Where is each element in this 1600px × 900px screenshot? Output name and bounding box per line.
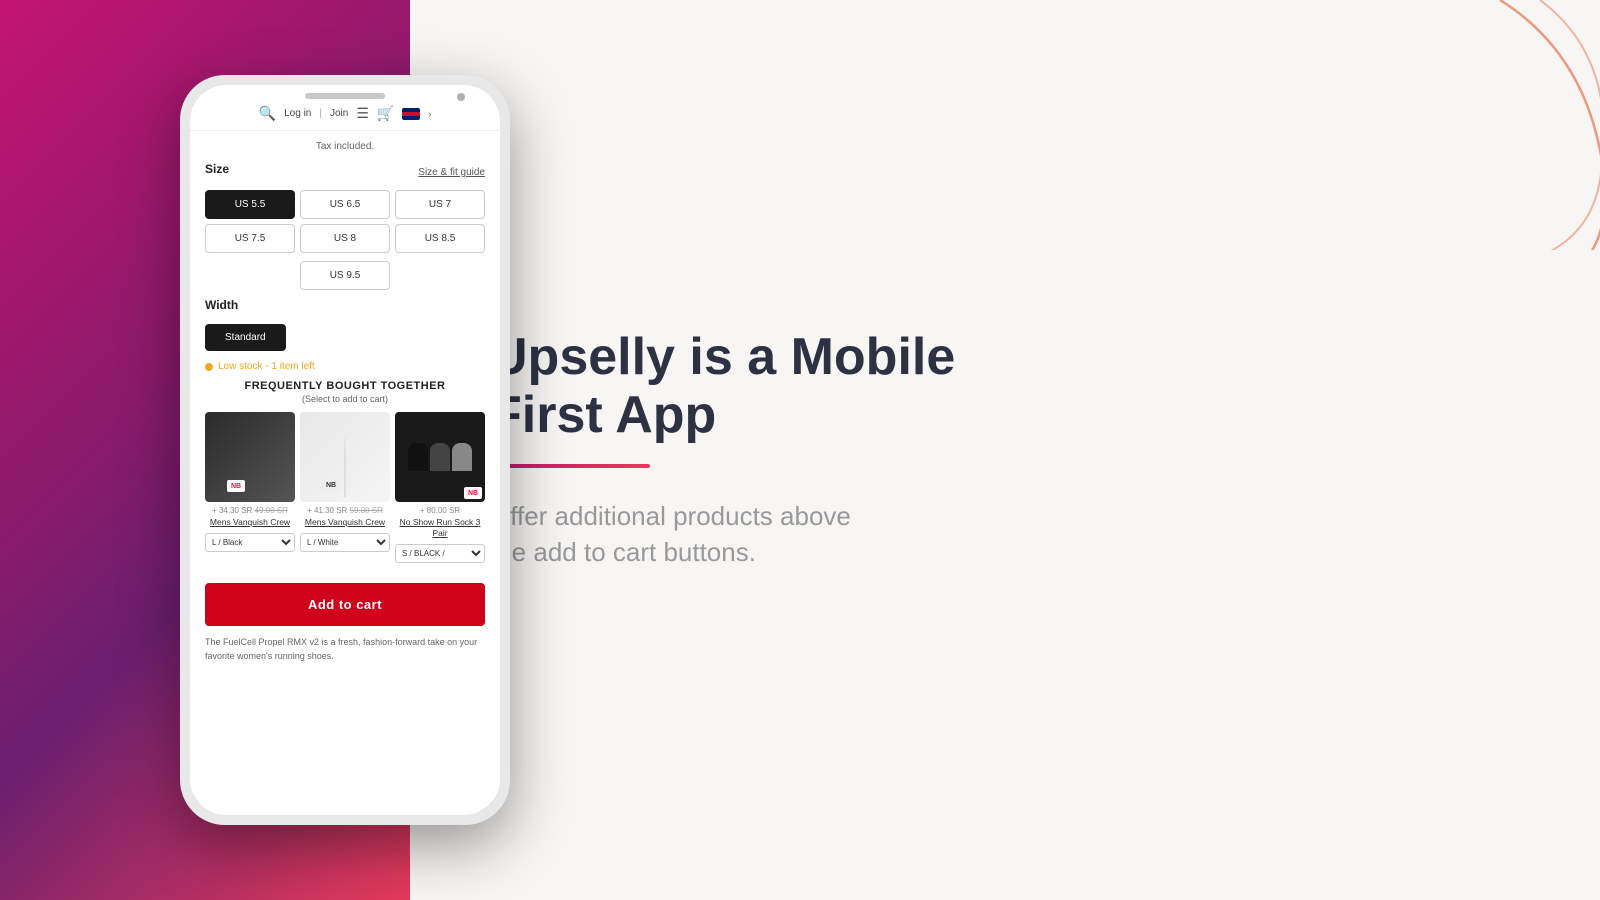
- fbt-product-3-image[interactable]: NB: [395, 412, 485, 502]
- size-fit-guide-link[interactable]: Size & fit guide: [418, 167, 485, 178]
- size-header: Size Size & fit guide: [205, 162, 485, 182]
- fbt-product-2-price: + 41.30 SR 59.00 SR: [300, 506, 390, 515]
- size-btn-8[interactable]: US 8: [300, 224, 390, 253]
- heading-line-2: First App: [490, 386, 716, 444]
- phone-mockup: 🔍 Log in | Join ☰ 🛒 › Tax included. Size…: [180, 75, 510, 825]
- mini-sock-1: [408, 443, 428, 471]
- stock-warning: Low stock - 1 item left: [205, 361, 485, 372]
- size-label: Size: [205, 162, 229, 176]
- right-content: Upselly is a Mobile First App Offer addi…: [490, 329, 955, 570]
- phone-content: Tax included. Size Size & fit guide US 5…: [190, 131, 500, 815]
- size-grid: US 5.5 US 6.5 US 7 US 7.5 US 8 US 8.5: [205, 190, 485, 253]
- size-btn-8-5[interactable]: US 8.5: [395, 224, 485, 253]
- phone-screen: 🔍 Log in | Join ☰ 🛒 › Tax included. Size…: [190, 85, 500, 815]
- add-to-cart-button[interactable]: Add to cart: [205, 583, 485, 626]
- sub-text: Offer additional products above the add …: [490, 498, 955, 571]
- fbt-product-2-image[interactable]: NB: [300, 412, 390, 502]
- fbt-product-1: NB + 34.30 SR 49.00 SR Mens Vanquish Cre…: [205, 412, 295, 563]
- fbt-product-2-select[interactable]: L / White M / White S / White: [300, 533, 390, 552]
- fbt-product-1-price: + 34.30 SR 49.00 SR: [205, 506, 295, 515]
- stock-dot: [205, 363, 213, 371]
- decorative-curves: [1300, 0, 1600, 250]
- size-btn-7-5[interactable]: US 7.5: [205, 224, 295, 253]
- fbt-product-1-price-prefix: + 34.30 SR: [212, 506, 254, 515]
- subtext-line-1: Offer additional products above: [490, 501, 851, 531]
- multipack-visual: NB: [395, 412, 485, 502]
- main-heading: Upselly is a Mobile First App: [490, 329, 955, 443]
- fbt-product-2-name[interactable]: Mens Vanquish Crew: [300, 517, 390, 528]
- fbt-product-3-price-prefix: + 80.00 SR: [420, 506, 460, 515]
- mini-sock-3: [452, 443, 472, 471]
- width-standard-btn[interactable]: Standard: [205, 324, 286, 351]
- width-label: Width: [205, 298, 485, 312]
- fbt-product-2-price-original: 59.00 SR: [350, 506, 383, 515]
- heading-line-1: Upselly is a Mobile: [490, 328, 955, 386]
- phone-camera: [457, 93, 465, 101]
- phone-frame: 🔍 Log in | Join ☰ 🛒 › Tax included. Size…: [180, 75, 510, 825]
- fbt-product-1-select[interactable]: L / Black M / Black S / Black: [205, 533, 295, 552]
- language-flag[interactable]: [402, 108, 420, 120]
- expand-arrow[interactable]: ›: [428, 109, 431, 119]
- phone-topbar: 🔍 Log in | Join ☰ 🛒 ›: [190, 85, 500, 131]
- nb-logo-2: NB: [322, 479, 340, 491]
- size-btn-9-5[interactable]: US 9.5: [300, 261, 390, 290]
- fbt-product-1-price-original: 49.00 SR: [255, 506, 288, 515]
- fbt-title: FREQUENTLY BOUGHT TOGETHER: [205, 380, 485, 392]
- fbt-subtitle: (Select to add to cart): [205, 394, 485, 404]
- cart-icon[interactable]: 🛒: [377, 105, 394, 122]
- fbt-product-3-price: + 80.00 SR: [395, 506, 485, 515]
- fbt-product-2-price-prefix: + 41.30 SR: [307, 506, 349, 515]
- fbt-section: FREQUENTLY BOUGHT TOGETHER (Select to ad…: [205, 380, 485, 563]
- fbt-product-3-name[interactable]: No Show Run Sock 3 Pair: [395, 517, 485, 539]
- sock-white-visual: NB: [344, 438, 346, 498]
- stock-text: Low stock - 1 item left: [218, 361, 315, 372]
- accent-line: [490, 464, 650, 468]
- product-description: The FuelCell Propel RMX v2 is a fresh, f…: [205, 636, 485, 663]
- tax-label: Tax included.: [205, 141, 485, 152]
- size-btn-5-5[interactable]: US 5.5: [205, 190, 295, 219]
- size-btn-6-5[interactable]: US 6.5: [300, 190, 390, 219]
- phone-notch: [305, 93, 385, 99]
- menu-icon[interactable]: ☰: [356, 105, 369, 122]
- fbt-product-3: NB + 80.00 SR No Show Run Sock 3 Pair S …: [395, 412, 485, 563]
- subtext-line-2: the add to cart buttons.: [490, 537, 756, 567]
- fbt-product-3-select[interactable]: S / BLACK / M / BLACK / L / BLACK /: [395, 544, 485, 563]
- nb-logo-3: NB: [464, 487, 482, 499]
- topbar-divider: |: [319, 108, 322, 119]
- right-panel: Upselly is a Mobile First App Offer addi…: [410, 0, 1600, 900]
- search-icon[interactable]: 🔍: [259, 105, 276, 122]
- size-btn-7[interactable]: US 7: [395, 190, 485, 219]
- fbt-product-1-name[interactable]: Mens Vanquish Crew: [205, 517, 295, 528]
- fbt-product-1-image[interactable]: NB: [205, 412, 295, 502]
- nb-logo-1: NB: [227, 480, 245, 492]
- fbt-product-2: NB + 41.30 SR 59.00 SR Mens Vanquish Cre…: [300, 412, 390, 563]
- width-section: Width Standard: [205, 298, 485, 351]
- join-link[interactable]: Join: [330, 108, 348, 119]
- login-link[interactable]: Log in: [284, 108, 311, 119]
- mini-sock-2: [430, 443, 450, 471]
- fbt-products: NB + 34.30 SR 49.00 SR Mens Vanquish Cre…: [205, 412, 485, 563]
- size-grid-last-row: US 9.5: [205, 261, 485, 290]
